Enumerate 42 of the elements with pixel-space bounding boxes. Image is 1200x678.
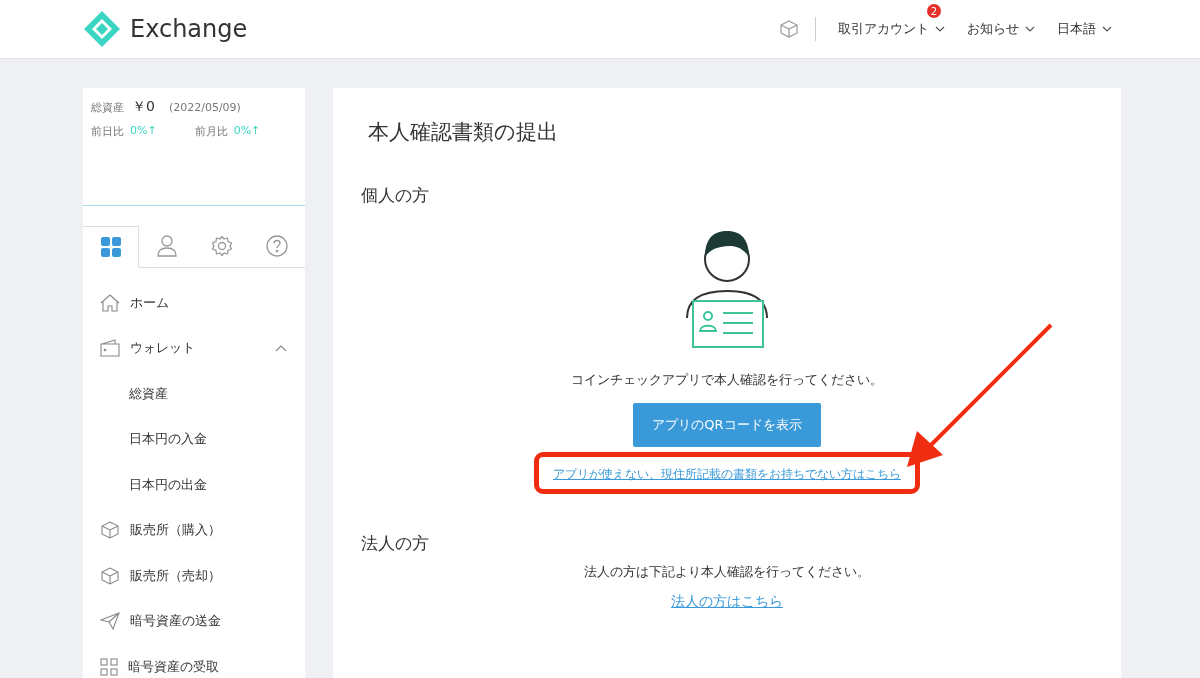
- settings-icon: [211, 235, 234, 257]
- sidebar-item[interactable]: 販売所（購入）: [83, 507, 305, 553]
- change-label: 前月比: [194, 124, 228, 139]
- instruction-text: 法人の方は下記より本人確認を行ってください。: [584, 563, 870, 581]
- sidebar-item[interactable]: ウォレット: [83, 325, 305, 371]
- chevron-down-icon: [1102, 26, 1112, 32]
- change-value: 0%↑: [233, 124, 261, 139]
- qr-code-icon: [100, 657, 118, 676]
- header-menu[interactable]: 取引アカウント: [838, 20, 945, 38]
- sidebar-subitem[interactable]: 日本円の入金: [83, 416, 305, 462]
- date-text: (2022/05/09): [168, 101, 241, 114]
- section-heading: 法人の方: [361, 532, 430, 555]
- page-title: 本人確認書類の提出: [368, 119, 559, 146]
- instruction-text: コインチェックアプリで本人確認を行ってください。: [571, 371, 883, 389]
- notification-badge: 2: [927, 4, 941, 18]
- change-label: 前日比: [91, 124, 124, 139]
- sidebar-item[interactable]: ホーム: [83, 280, 305, 326]
- change-value: 0%↑: [130, 124, 157, 139]
- header-menu[interactable]: お知らせ: [967, 20, 1035, 38]
- help-icon: [266, 235, 289, 257]
- user-icon: [156, 235, 177, 257]
- section-heading: 個人の方: [361, 184, 430, 207]
- sidebar-item[interactable]: 販売所（売却）: [83, 553, 305, 599]
- home-icon: [100, 293, 120, 312]
- header-menu[interactable]: 日本語: [1057, 20, 1112, 38]
- sidebar-subitem[interactable]: 総資産: [83, 371, 305, 417]
- send-icon: [100, 612, 120, 631]
- box-icon: [100, 565, 120, 586]
- sidebar-tab[interactable]: [83, 226, 140, 268]
- logo-icon: [83, 10, 121, 48]
- logo-text: Exchange: [130, 15, 248, 43]
- dashboard-icon: [99, 236, 122, 258]
- sidebar-item[interactable]: 暗号資産の受取: [83, 644, 305, 678]
- total-assets-label: 総資産: [91, 100, 124, 115]
- cube-icon[interactable]: [779, 19, 799, 39]
- wallet-icon: [100, 339, 120, 358]
- sidebar-subitem[interactable]: 日本円の出金: [83, 462, 305, 508]
- box-icon: [100, 520, 120, 541]
- sidebar-item[interactable]: 暗号資産の送金: [83, 598, 305, 644]
- chevron-down-icon: [1025, 26, 1035, 32]
- chevron-down-icon: [935, 26, 945, 32]
- total-assets-value: ￥0: [132, 98, 155, 116]
